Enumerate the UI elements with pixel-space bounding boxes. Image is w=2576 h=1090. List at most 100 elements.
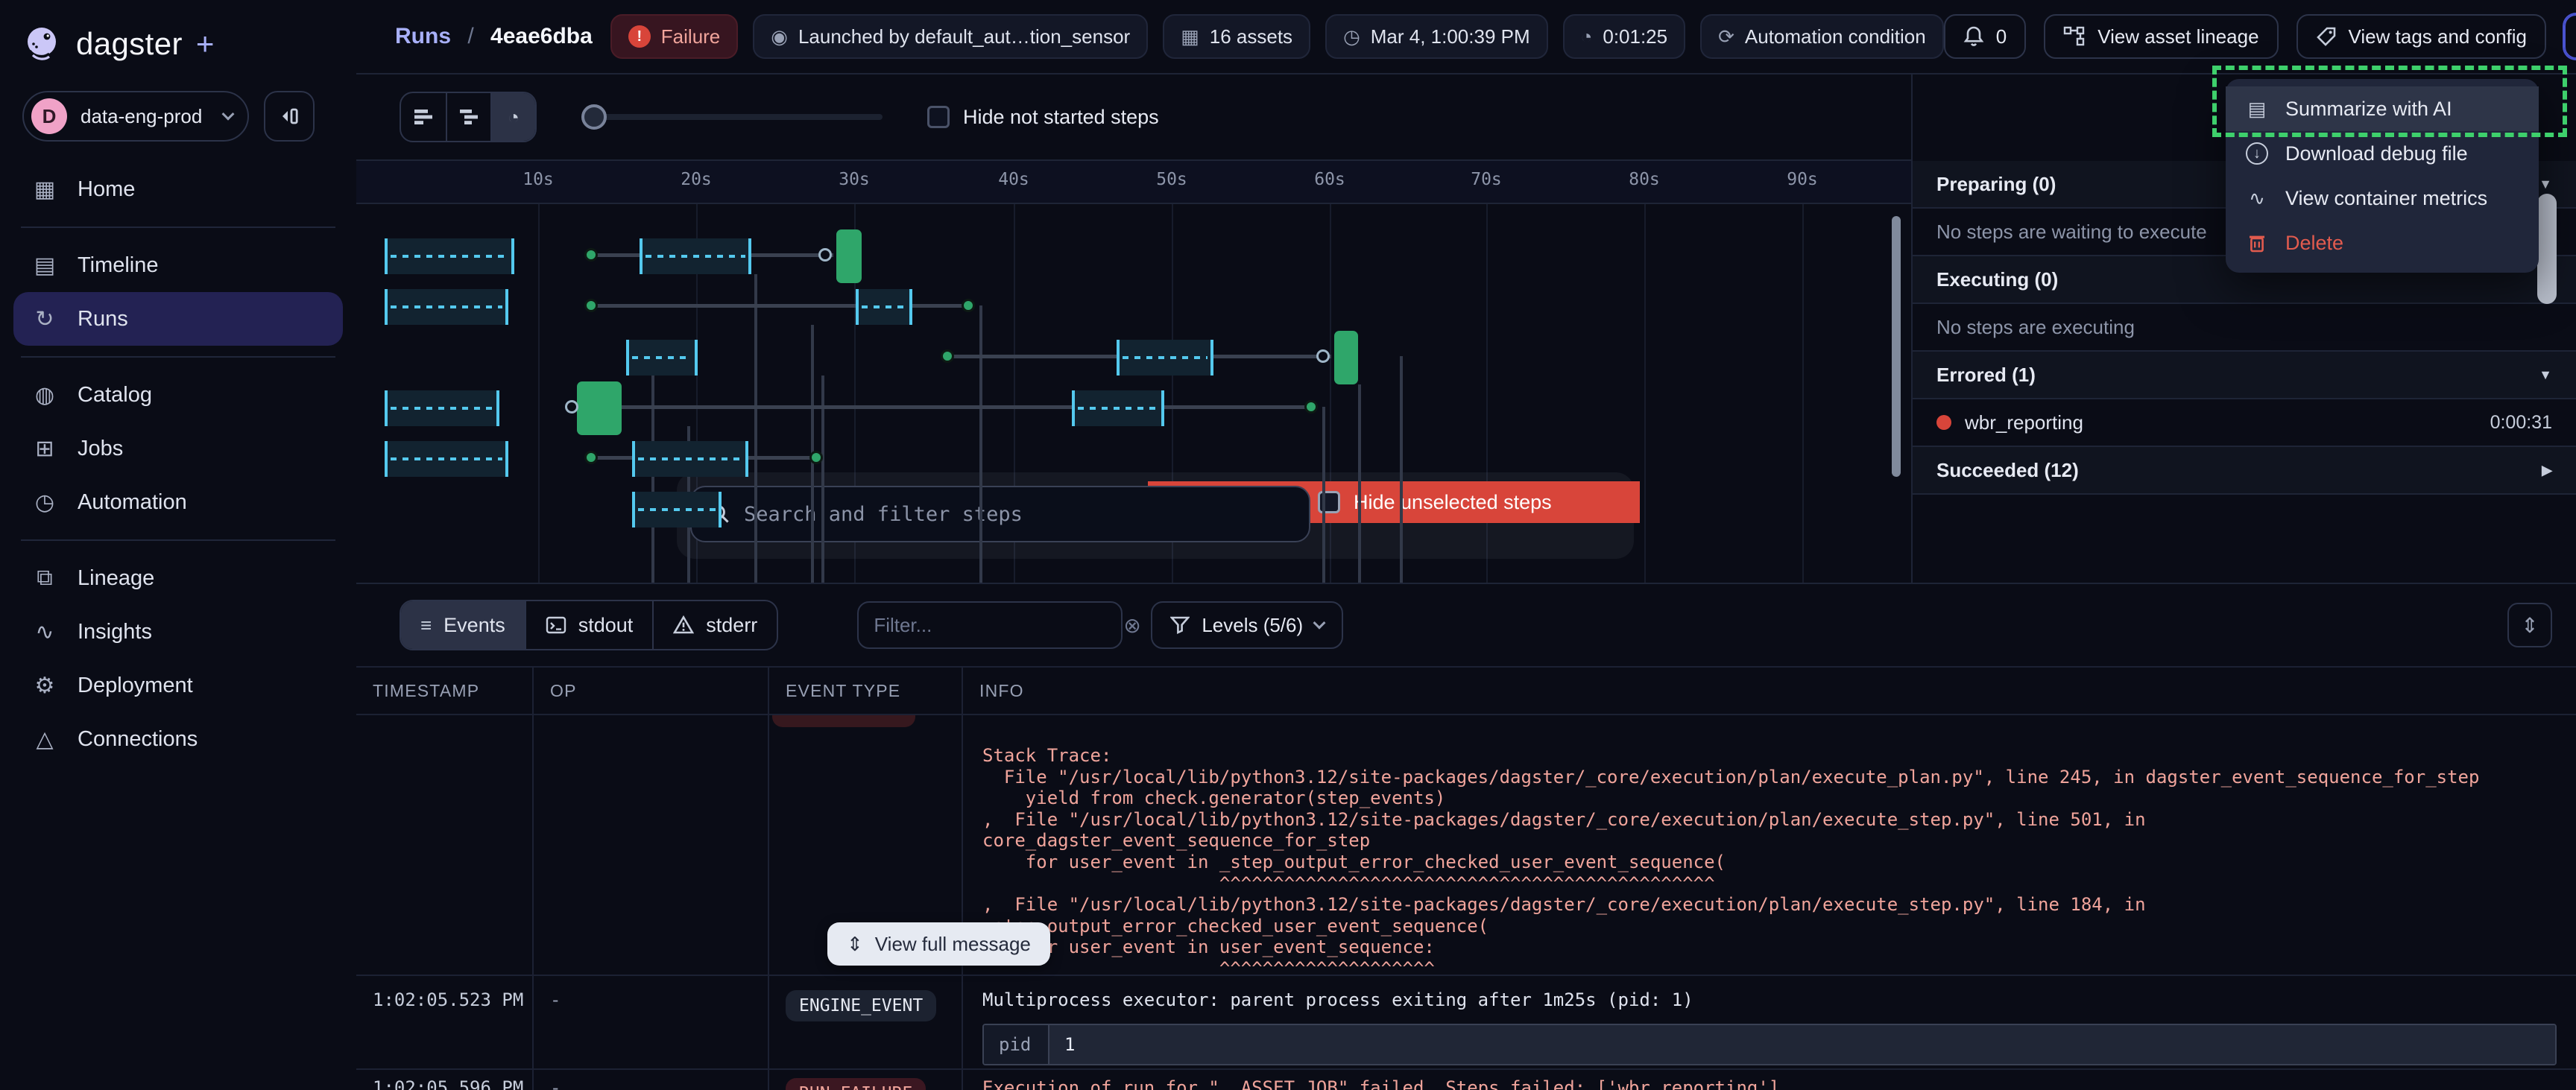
axis-tick-label: 20s (681, 170, 712, 189)
breadcrumb-runs-link[interactable]: Runs (395, 24, 451, 48)
menu-item-label: View container metrics (2285, 187, 2487, 210)
gantt-dependency-line (583, 405, 1316, 409)
gantt-step-pending[interactable] (632, 441, 748, 477)
sidebar-item-home[interactable]: ▦Home (0, 162, 356, 216)
gantt-step-pending[interactable] (385, 289, 508, 325)
zoom-slider-thumb[interactable] (581, 104, 607, 130)
view-asset-lineage-button[interactable]: View asset lineage (2044, 14, 2278, 59)
gantt-toolbar: ◔ Hide not started steps (356, 75, 1911, 161)
badge-label: Mar 4, 1:00:39 PM (1371, 25, 1530, 48)
step-duration: 0:00:31 (2490, 412, 2552, 434)
gantt-dep-dot-open (818, 248, 832, 262)
sidebar-item-label: Runs (78, 307, 128, 332)
gantt-step-pending[interactable] (626, 340, 698, 376)
axis-tick-label: 50s (1156, 170, 1187, 189)
table-row-engine-event[interactable]: 1:02:05.523 PM - ENGINE_EVENT Multiproce… (356, 976, 2576, 1070)
gantt-dep-dot (584, 248, 598, 262)
gantt-dep-dot (941, 349, 954, 363)
log-filter-field[interactable]: ⊗ (857, 601, 1123, 649)
lineage-icon: ⧉ (31, 565, 58, 591)
menu-item-container-metrics[interactable]: ∿ View container metrics (2226, 176, 2539, 221)
collapse-sidebar-button[interactable] (264, 91, 315, 142)
gantt-step-pending[interactable] (856, 289, 912, 325)
breadcrumb: Runs / 4eae6dba (395, 24, 593, 49)
flat-view-button[interactable] (401, 93, 446, 141)
gantt-step-pending[interactable] (640, 238, 751, 274)
errored-step-row[interactable]: wbr_reporting 0:00:31 (1913, 399, 2576, 447)
menu-item-summarize-ai[interactable]: ▤ Summarize with AI (2226, 86, 2539, 131)
assets-badge[interactable]: ▦ 16 assets (1163, 14, 1310, 59)
run-header: Runs / 4eae6dba ! Failure ◉ Launched by … (356, 0, 2576, 75)
collapse-icon (278, 106, 300, 127)
bell-icon (1963, 25, 1984, 48)
assets-grid-icon: ▦ (1181, 25, 1199, 48)
events-table-header: TIMESTAMP OP EVENT TYPE INFO (356, 666, 2576, 715)
gantt-dep-dot (962, 299, 975, 312)
waterfall-view-button[interactable] (446, 93, 490, 141)
expand-log-panel-button[interactable]: ⇕ (2507, 603, 2552, 647)
metadata-key: pid (984, 1025, 1049, 1064)
sidebar-item-lineage[interactable]: ⧉Lineage (0, 551, 356, 605)
menu-item-download-debug[interactable]: ↓ Download debug file (2226, 131, 2539, 176)
launched-by-badge[interactable]: ◉ Launched by default_aut…tion_sensor (753, 14, 1148, 59)
gantt-step-pending[interactable] (632, 492, 722, 527)
timed-view-button[interactable]: ◔ (490, 93, 535, 141)
badge-label: Launched by default_aut…tion_sensor (798, 25, 1130, 48)
gantt-step-pending[interactable] (1117, 340, 1213, 376)
sidebar-item-runs[interactable]: ↻Runs (13, 292, 343, 346)
tab-events[interactable]: ≡ Events (401, 601, 525, 649)
duration-badge: ◔ 0:01:25 (1563, 14, 1685, 59)
table-row-stack-trace[interactable]: Stack Trace: File "/usr/local/lib/python… (356, 715, 2576, 976)
stack-trace-text: Stack Trace: File "/usr/local/lib/python… (979, 729, 2576, 975)
divider (21, 356, 335, 358)
succeeded-section-header[interactable]: Succeeded (12) ▶ (1913, 447, 2576, 495)
tab-stdout[interactable]: stdout (525, 601, 653, 649)
gantt-vertical-scrollbar[interactable] (1892, 216, 1901, 477)
sidebar-item-connections[interactable]: △Connections (0, 712, 356, 766)
status-label: Failure (661, 25, 720, 48)
page-scrollbar-thumb[interactable] (2537, 194, 2557, 304)
sidebar-item-timeline[interactable]: ▤Timeline (0, 238, 356, 292)
sidebar-item-catalog[interactable]: ◍Catalog (0, 368, 356, 422)
automation-condition-badge[interactable]: ⟳ Automation condition (1700, 14, 1944, 59)
view-full-message-button[interactable]: ⇕ View full message (963, 922, 1050, 966)
section-title: Errored (1) (1936, 364, 2036, 387)
table-row-run-failure[interactable]: 1:02:05.596 PM - RUN_FAILURE Execution o… (356, 1070, 2576, 1090)
executing-empty-row: No steps are executing (1913, 304, 2576, 352)
checkbox-icon (1318, 491, 1340, 513)
brand-logo[interactable]: dagster + (0, 0, 356, 64)
gantt-chart[interactable]: Hide unselected steps (356, 204, 1911, 583)
tab-stderr[interactable]: stderr (652, 601, 777, 649)
gantt-step-succeeded[interactable] (1334, 331, 1358, 384)
chevron-down-icon (222, 108, 235, 121)
sidebar-item-deployment[interactable]: ⚙Deployment (0, 659, 356, 712)
sidebar-item-jobs[interactable]: ⊞Jobs (0, 422, 356, 475)
step-search-box[interactable] (690, 486, 1310, 542)
view-tags-config-button[interactable]: View tags and config (2296, 14, 2546, 59)
event-type-badge: ENGINE_EVENT (786, 990, 936, 1021)
menu-item-label: Summarize with AI (2285, 98, 2452, 121)
terminal-icon (546, 616, 566, 634)
notifications-button[interactable]: 0 (1944, 14, 2026, 59)
gantt-step-pending[interactable] (385, 441, 508, 477)
gantt-step-succeeded[interactable] (836, 229, 862, 283)
gantt-step-pending[interactable] (385, 238, 514, 274)
log-filter-input[interactable] (874, 614, 1123, 637)
clear-filter-icon[interactable]: ⊗ (1123, 613, 1140, 638)
gantt-step-succeeded[interactable] (577, 381, 622, 435)
event-metadata-table: pid 1 (982, 1024, 2557, 1065)
gantt-zoom-slider[interactable] (581, 114, 883, 120)
sidebar-item-insights[interactable]: ∿Insights (0, 605, 356, 659)
sidebar-item-automation[interactable]: ◷Automation (0, 475, 356, 529)
hide-not-started-checkbox[interactable]: Hide not started steps (927, 106, 1159, 129)
run-actions-menu-button[interactable] (2564, 14, 2576, 59)
menu-item-delete[interactable]: Delete (2226, 221, 2539, 265)
errored-section-header[interactable]: Errored (1) ▼ (1913, 352, 2576, 399)
step-search-input[interactable] (744, 503, 1291, 526)
gantt-step-pending[interactable] (1072, 390, 1164, 426)
gantt-step-pending[interactable] (385, 390, 499, 426)
levels-dropdown[interactable]: Levels (5/6) (1151, 601, 1343, 649)
waterfall-icon (458, 108, 479, 126)
dagster-octopus-icon (22, 24, 63, 64)
deployment-selector[interactable]: D data-eng-prod (22, 91, 249, 142)
